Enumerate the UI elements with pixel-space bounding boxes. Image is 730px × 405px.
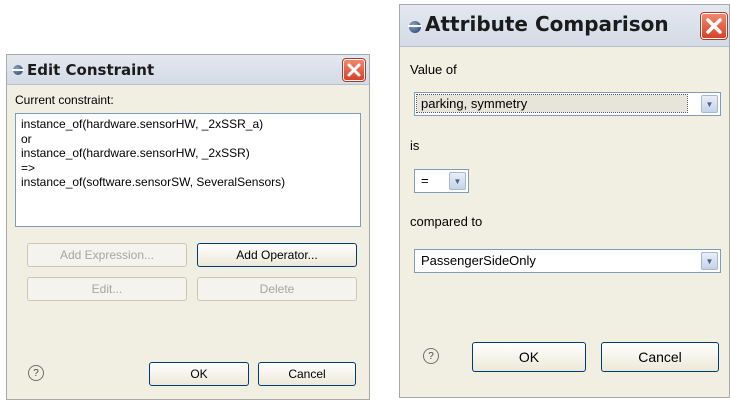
- constraint-line: instance_of(software.sensorSW, SeveralSe…: [21, 175, 286, 189]
- chevron-down-icon[interactable]: ▼: [701, 95, 718, 113]
- current-constraint-label: Current constraint:: [15, 93, 114, 107]
- cancel-button[interactable]: Cancel: [601, 342, 719, 372]
- edit-constraint-titlebar[interactable]: Edit Constraint: [7, 55, 369, 85]
- help-icon[interactable]: ?: [423, 348, 439, 364]
- constraint-line: =>: [21, 160, 36, 175]
- ok-button[interactable]: OK: [149, 362, 249, 386]
- chevron-down-icon[interactable]: ▼: [449, 172, 466, 190]
- constraint-line: instance_of(hardware.sensorHW, _2xSSR): [21, 146, 250, 160]
- value-of-label: Value of: [410, 62, 457, 77]
- cancel-button[interactable]: Cancel: [258, 362, 356, 386]
- close-icon[interactable]: [700, 12, 728, 40]
- help-icon[interactable]: ?: [28, 365, 44, 381]
- attribute-comparison-dialog: Attribute Comparison Value of parking, s…: [399, 4, 730, 398]
- compared-to-selected: PassengerSideOnly: [421, 253, 536, 268]
- value-of-select[interactable]: parking, symmetry ▼: [414, 92, 721, 116]
- constraint-text-area[interactable]: instance_of(hardware.sensorHW, _2xSSR_a)…: [15, 113, 361, 227]
- edit-constraint-title: Edit Constraint: [27, 61, 155, 79]
- add-expression-button[interactable]: Add Expression...: [27, 243, 187, 267]
- operator-selected: =: [421, 173, 429, 188]
- is-label: is: [410, 138, 420, 153]
- attribute-comparison-title: Attribute Comparison: [425, 12, 669, 36]
- delete-button[interactable]: Delete: [197, 277, 357, 301]
- edit-constraint-dialog: Edit Constraint Current constraint: inst…: [6, 54, 370, 400]
- edit-button[interactable]: Edit...: [27, 277, 187, 301]
- chevron-down-icon[interactable]: ▼: [701, 252, 718, 270]
- constraint-line: or: [21, 131, 32, 146]
- operator-select[interactable]: = ▼: [414, 169, 469, 193]
- window-icon: [408, 21, 422, 33]
- constraint-line: instance_of(hardware.sensorHW, _2xSSR_a): [21, 117, 264, 131]
- window-icon: [12, 65, 24, 75]
- add-operator-button[interactable]: Add Operator...: [197, 243, 357, 267]
- value-of-selected: parking, symmetry: [416, 94, 688, 113]
- ok-button[interactable]: OK: [472, 342, 586, 372]
- compared-to-label: compared to: [410, 214, 483, 229]
- attribute-comparison-titlebar[interactable]: Attribute Comparison: [400, 5, 729, 47]
- compared-to-select[interactable]: PassengerSideOnly ▼: [414, 249, 721, 273]
- close-icon[interactable]: [342, 58, 366, 82]
